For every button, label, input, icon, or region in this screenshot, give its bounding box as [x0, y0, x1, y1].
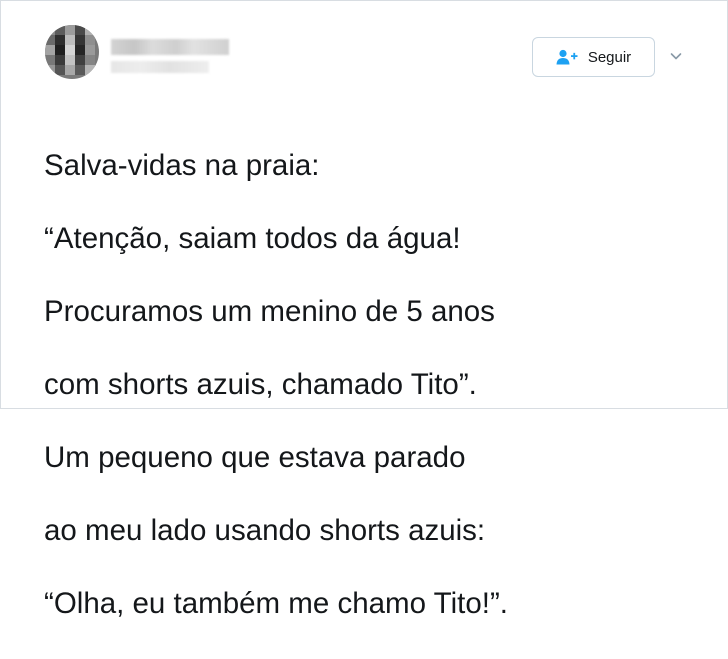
tweet-line: Procuramos um menino de 5 anos [44, 294, 495, 328]
chevron-down-icon[interactable] [669, 49, 683, 63]
tweet-line: com shorts azuis, chamado Tito”. [44, 367, 477, 401]
tweet-text: Salva-vidas na praia: “Atenção, saiam to… [44, 111, 704, 659]
username-blurred[interactable] [111, 61, 209, 73]
tweet-line: “Olha, eu também me chamo Tito!”. [44, 586, 508, 620]
display-name-blurred[interactable] [111, 39, 229, 55]
tweet-line: “Atenção, saiam todos da água! [44, 221, 461, 255]
follow-button-label: Seguir [587, 48, 632, 66]
add-user-icon [556, 49, 578, 65]
tweet-line: Um pequeno que estava parado [44, 440, 466, 474]
avatar[interactable] [45, 25, 99, 79]
follow-button[interactable]: Seguir [532, 37, 655, 77]
tweet-line: ao meu lado usando shorts azuis: [44, 513, 486, 547]
tweet-line: Salva-vidas na praia: [44, 148, 320, 182]
tweet-card: Seguir Salva-vidas na praia: “Atenção, s… [0, 0, 728, 620]
